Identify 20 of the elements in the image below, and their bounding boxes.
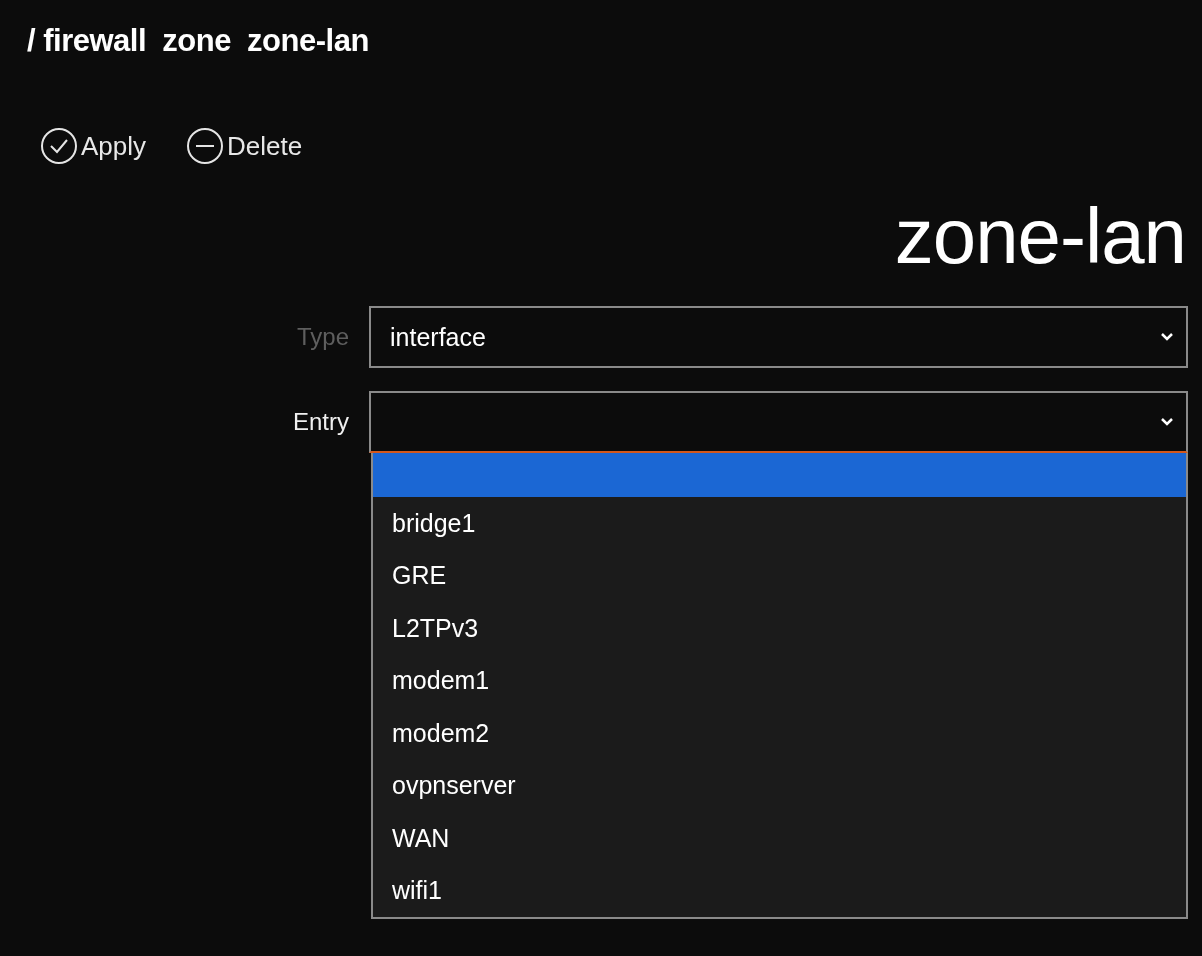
dropdown-option[interactable]: modem2 (373, 707, 1186, 760)
breadcrumb: / firewall zone zone-lan (27, 23, 369, 58)
delete-button[interactable]: Delete (186, 126, 303, 166)
dropdown-option[interactable]: L2TPv3 (373, 602, 1186, 655)
dropdown-option[interactable]: WAN (373, 812, 1186, 865)
page-heading: zone-lan (894, 193, 1186, 280)
dropdown-option[interactable] (373, 453, 1186, 498)
apply-button[interactable]: Apply (40, 126, 147, 166)
dropdown-option[interactable]: ovpnserver (373, 759, 1186, 813)
select-field[interactable] (369, 391, 1188, 454)
check-circle-icon (40, 127, 78, 165)
chevron-down-icon (1160, 332, 1174, 343)
dropdown-option[interactable]: GRE (373, 549, 1186, 603)
field-label: Entry (293, 407, 349, 438)
dropdown-option[interactable]: bridge1 (373, 497, 1186, 550)
minus-circle-icon (186, 127, 225, 165)
field-label: Type (296, 322, 349, 353)
dropdown-option[interactable]: modem1 (373, 654, 1186, 708)
dropdown-option[interactable]: wifi1 (373, 864, 1186, 918)
chevron-down-icon (1160, 417, 1174, 428)
